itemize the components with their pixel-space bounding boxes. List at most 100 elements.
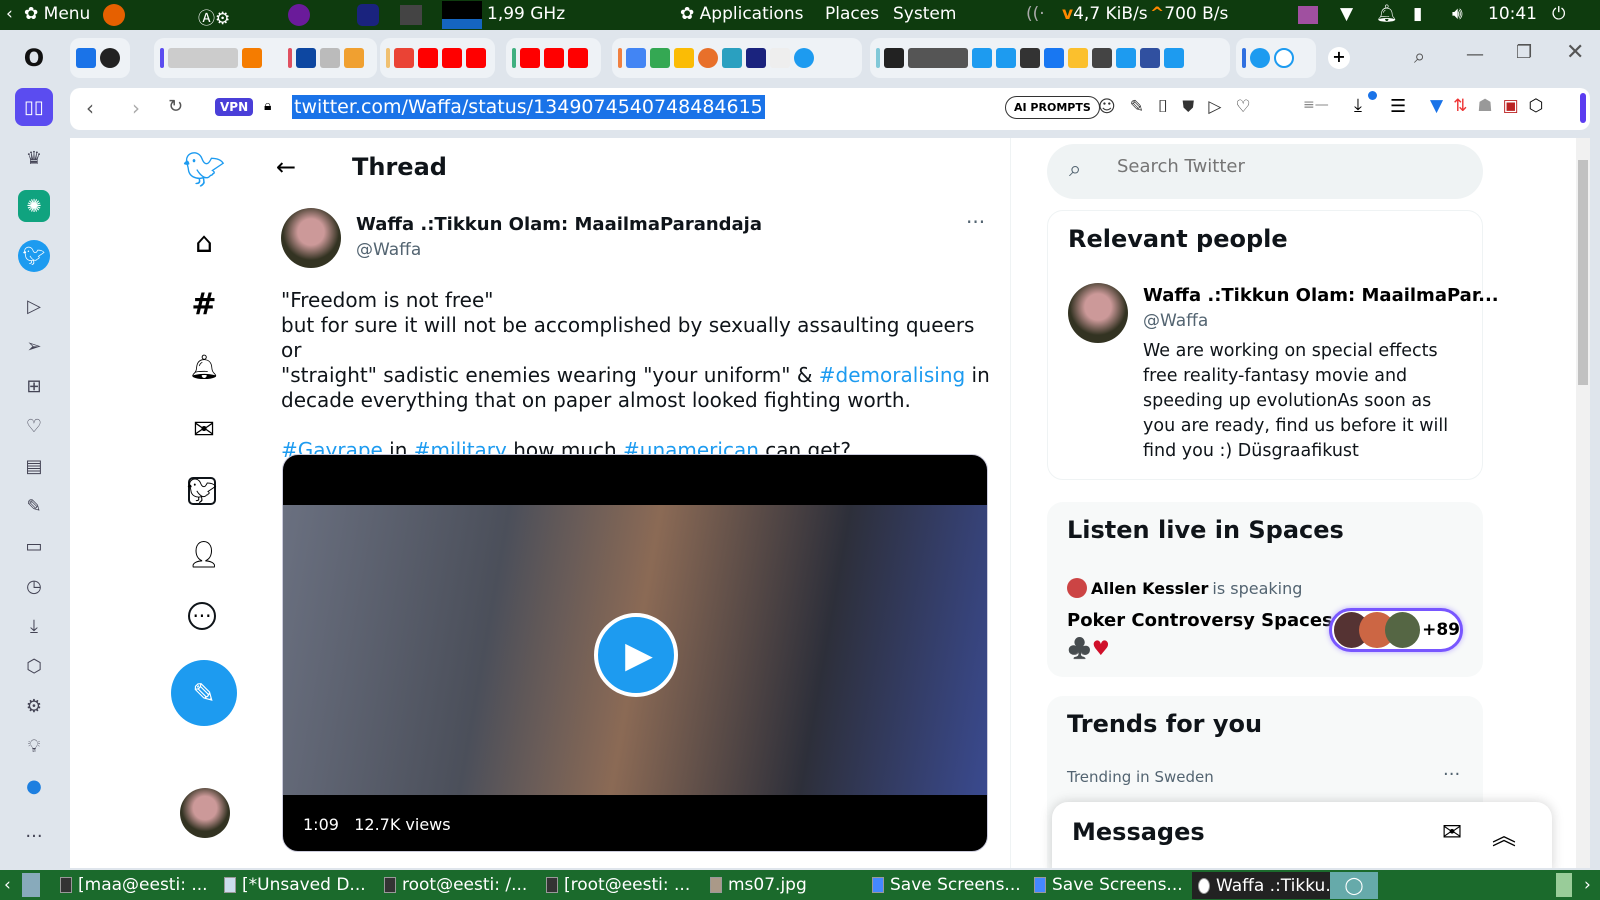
history-icon[interactable]: ◷ <box>18 570 50 602</box>
volume-icon[interactable]: 🔊︎ <box>1452 4 1463 24</box>
menu-button[interactable]: ✿ Menu <box>24 4 90 24</box>
reader-icon[interactable]: ≡— <box>1303 97 1329 113</box>
scrollbar-thumb[interactable] <box>1578 160 1588 385</box>
url-field[interactable]: twitter.com/Waffa/status/134907454074848… <box>292 95 765 119</box>
tor-icon[interactable] <box>288 4 310 26</box>
wifi-icon[interactable]: ((· <box>1026 4 1045 24</box>
network-icon[interactable]: ▼ <box>1340 4 1353 24</box>
twitter-logo-icon[interactable]: 🐦︎ <box>182 150 225 190</box>
panel-left-arrow[interactable]: ‹ <box>6 4 13 24</box>
show-desktop[interactable] <box>22 873 40 897</box>
messages-mail-icon[interactable]: ✉ <box>188 414 220 446</box>
tweet-more-icon[interactable]: ··· <box>966 210 985 234</box>
battery-icon[interactable]: ▮ <box>1413 4 1422 24</box>
bulb-icon[interactable]: 💡︎ <box>18 730 50 762</box>
search-tool-icon[interactable]: Ⓐ⚙ <box>198 4 230 29</box>
person-handle[interactable]: @Waffa <box>1143 311 1208 331</box>
author-name[interactable]: Waffa .:Tikkun Olam: MaailmaParandaja <box>356 214 762 235</box>
taskbar-item-active[interactable]: Waffa .:Tikku... <box>1192 872 1348 899</box>
reload-button[interactable]: ↻ <box>168 96 183 117</box>
downloads-icon[interactable]: ⤓ <box>18 610 50 642</box>
taskbar-item[interactable]: ms07.jpg <box>710 873 807 897</box>
media-icon[interactable] <box>1298 6 1318 24</box>
twitter-blue-icon[interactable]: 🐦︎ <box>187 477 217 505</box>
sidebar-toggle[interactable] <box>1580 93 1586 123</box>
taskbar-item[interactable]: [*Unsaved D... <box>224 873 366 897</box>
terminal-icon[interactable] <box>400 5 422 25</box>
listeners-pill[interactable]: +89 <box>1329 608 1463 652</box>
space-title[interactable]: Poker Controversy Spaces <box>1067 610 1333 631</box>
forward-button[interactable]: › <box>132 96 140 120</box>
taskbar-left-arrow[interactable]: ‹ <box>4 873 11 897</box>
trash-icon[interactable] <box>1556 873 1572 897</box>
download-icon[interactable]: ⤓ <box>1354 95 1362 116</box>
ai-prompts-button[interactable]: AI PROMPTS <box>1005 96 1100 119</box>
tab-group-youtube[interactable] <box>380 38 495 78</box>
tab-group-misc[interactable] <box>870 38 1230 78</box>
vpn-badge[interactable]: VPN <box>215 98 254 116</box>
more-icon[interactable]: ··· <box>18 820 50 852</box>
extension-icons[interactable]: ▼⇅☗▣⬡ <box>1430 96 1553 116</box>
taskbar-item[interactable]: Save Screens... <box>872 873 1021 897</box>
applications-menu[interactable]: ✿ Applications <box>680 4 804 24</box>
heart-icon[interactable]: ♡ <box>18 410 50 442</box>
more-options-icon[interactable]: ··· <box>188 602 216 630</box>
places-menu[interactable]: Places <box>825 4 879 24</box>
taskbar-item[interactable]: [root@eesti: ... <box>546 873 690 897</box>
person-avatar[interactable] <box>1068 283 1128 343</box>
power-icon[interactable]: ⏻ <box>1552 4 1565 24</box>
chat-icon[interactable]: ● <box>18 770 50 802</box>
speaker-line[interactable]: Allen Kessler is speaking <box>1067 578 1302 598</box>
maximize-button[interactable]: ❐ <box>1516 42 1532 63</box>
home-icon[interactable]: ⌂ <box>188 226 220 259</box>
messages-drawer[interactable]: Messages ✉ ︽ <box>1052 802 1552 868</box>
compose-tweet-button[interactable]: ✎ <box>171 660 237 726</box>
play-button[interactable]: ▶ <box>594 613 678 697</box>
bell-icon[interactable]: 🔔︎ <box>1376 4 1398 24</box>
tab-group-twitter[interactable] <box>1236 38 1316 78</box>
new-message-icon[interactable]: ✉ <box>1442 818 1462 846</box>
taskbar-right-arrow[interactable]: › <box>1584 873 1591 897</box>
back-arrow-icon[interactable]: ← <box>276 153 296 181</box>
hashtag-link[interactable]: #demoralising <box>819 363 965 387</box>
author-avatar[interactable] <box>281 208 341 268</box>
account-avatar[interactable] <box>180 788 230 838</box>
firefox-icon[interactable] <box>103 4 125 26</box>
tab-group-search[interactable] <box>612 38 862 78</box>
tab-group-3[interactable] <box>282 38 377 78</box>
minimize-button[interactable]: — <box>1466 44 1484 65</box>
taskbar-item[interactable]: Save Screens... <box>1034 873 1183 897</box>
back-button[interactable]: ‹ <box>86 96 94 120</box>
notifications-bell-icon[interactable]: 🔔︎ <box>188 351 220 383</box>
player-icon[interactable]: ▷ <box>18 290 50 322</box>
crown-icon[interactable]: ♛ <box>18 142 50 174</box>
video-player[interactable]: ▶ 1:09 12.7K views <box>282 454 988 852</box>
expand-drawer-icon[interactable]: ︽ <box>1492 816 1516 851</box>
scrollbar[interactable] <box>1576 138 1590 868</box>
taskbar-item[interactable]: root@eesti: /... <box>384 873 527 897</box>
search-box[interactable]: ⌕ <box>1047 144 1483 199</box>
twitter-sidebar-icon[interactable]: 🐦︎ <box>18 240 50 272</box>
system-menu[interactable]: System <box>893 4 956 24</box>
trend-more-icon[interactable]: ··· <box>1443 764 1460 785</box>
opera-launcher-icon[interactable] <box>357 4 379 26</box>
extensions-icon[interactable]: ⬡ <box>18 650 50 682</box>
tab-group-1[interactable] <box>70 38 130 78</box>
profile-icon[interactable]: 👤︎ <box>188 539 221 571</box>
author-handle[interactable]: @Waffa <box>356 240 421 260</box>
new-tab-button[interactable]: + <box>1328 47 1350 69</box>
apps-icon[interactable]: ⊞ <box>18 370 50 402</box>
explore-hashtag-icon[interactable]: # <box>188 287 220 322</box>
pin-icon[interactable]: ✎ <box>18 490 50 522</box>
lock-icon[interactable]: 🔒︎ <box>264 98 271 114</box>
easy-setup-icon[interactable]: ☰ <box>1390 96 1406 117</box>
person-name[interactable]: Waffa .:Tikkun Olam: MaailmaPar... <box>1143 285 1499 306</box>
toolbar-icons[interactable]: ☺✎⌷⛊▷♡ <box>1098 97 1265 117</box>
tab-group-youtube-2[interactable] <box>506 38 601 78</box>
settings-icon[interactable]: ⚙ <box>18 690 50 722</box>
tabs-icon[interactable]: ▭ <box>18 530 50 562</box>
close-button[interactable]: ✕ <box>1566 40 1584 65</box>
send-icon[interactable]: ➢ <box>18 330 50 362</box>
reading-list-icon[interactable]: ▯▯ <box>15 88 53 126</box>
search-input[interactable] <box>1117 156 1457 177</box>
